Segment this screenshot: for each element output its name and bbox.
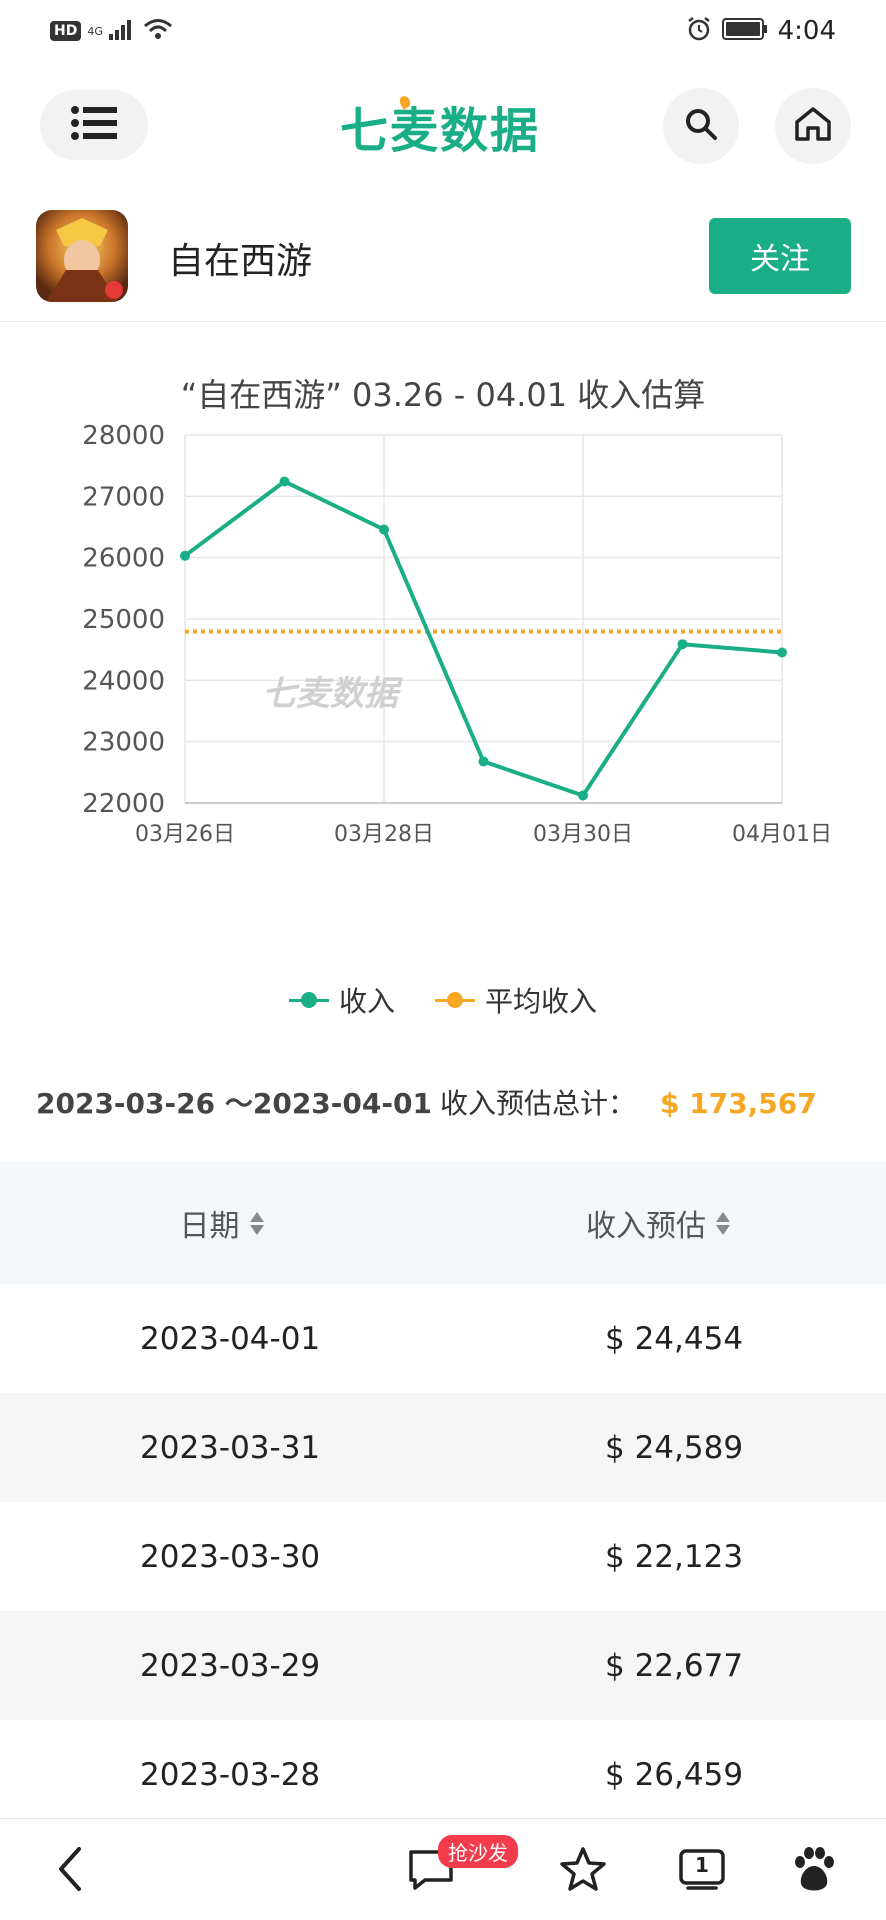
row-date: 2023-03-28 <box>140 1756 321 1793</box>
app-name: 自在西游 <box>168 241 313 282</box>
tabs-icon: 1 <box>678 1848 726 1894</box>
app-info-row: 自在西游 关注 <box>0 196 886 322</box>
income-table: 日期 收入预估 2023-04-01 $ 24,454 2023-03-31 $… <box>0 1162 886 1829</box>
sort-icon <box>716 1211 730 1235</box>
income-data-point <box>379 524 389 535</box>
row-income: $ 24,589 <box>605 1429 744 1466</box>
y-tick-label: 24000 <box>82 666 165 696</box>
row-date: 2023-04-01 <box>140 1320 321 1357</box>
tabs-button[interactable]: 1 <box>674 1843 730 1899</box>
search-icon <box>684 107 718 145</box>
legend-income-marker <box>288 990 329 1010</box>
row-date: 2023-03-31 <box>140 1429 321 1466</box>
menu-button[interactable] <box>40 90 148 160</box>
row-date: 2023-03-29 <box>140 1647 321 1684</box>
row-income: $ 26,459 <box>605 1756 744 1793</box>
chart-watermark: 七麦数据 <box>262 674 403 714</box>
income-data-point <box>478 756 489 767</box>
hd-badge: HD <box>50 21 82 41</box>
list-menu-icon <box>71 106 117 144</box>
income-data-point <box>578 790 588 801</box>
y-tick-label: 23000 <box>82 728 165 758</box>
income-data-point <box>777 647 787 658</box>
total-value: $ 173,567 <box>659 1087 817 1120</box>
favorite-button[interactable] <box>555 1843 611 1899</box>
status-left: HD 4G <box>50 18 173 44</box>
table-row: 2023-04-01 $ 24,454 <box>0 1284 886 1393</box>
header: 七麦数据 <box>0 66 886 196</box>
y-tick-label: 28000 <box>82 421 165 451</box>
column-header-income[interactable]: 收入预估 <box>443 1201 886 1245</box>
income-series-line <box>183 479 783 798</box>
row-income: $ 24,454 <box>605 1320 744 1357</box>
battery-icon <box>721 18 768 44</box>
network-type: 4G <box>87 24 103 38</box>
table-row: 2023-03-30 $ 22,123 <box>0 1502 886 1611</box>
table-body: 2023-04-01 $ 24,454 2023-03-31 $ 24,589 … <box>0 1284 886 1829</box>
income-data-point <box>677 639 688 650</box>
row-income: $ 22,677 <box>605 1647 744 1684</box>
legend-average-marker <box>435 990 475 1010</box>
legend-average-label: 平均收入 <box>485 985 598 1018</box>
search-button[interactable] <box>663 88 739 164</box>
legend-income-label: 收入 <box>338 985 395 1018</box>
baidu-paw-icon <box>790 1846 838 1896</box>
income-data-point <box>180 550 190 561</box>
alarm-icon <box>686 16 712 46</box>
legend-income[interactable]: 收入 <box>288 980 395 1020</box>
table-row: 2023-03-31 $ 24,589 <box>0 1393 886 1502</box>
y-tick-label: 22000 <box>82 789 165 819</box>
column-header-date-label: 日期 <box>179 1209 240 1244</box>
status-bar: HD 4G 4:04 <box>0 0 886 66</box>
baidu-button[interactable] <box>786 1843 842 1899</box>
income-chart: “自在西游” 03.26 - 04.01 收入估算 22000 23000 2400… <box>0 330 886 1050</box>
x-tick-label: 03月28日 <box>334 822 434 847</box>
total-label: 收入预估总计： <box>439 1087 636 1120</box>
table-row: 2023-03-29 $ 22,677 <box>0 1611 886 1720</box>
y-tick-label: 26000 <box>82 544 165 574</box>
sort-icon <box>249 1211 264 1235</box>
total-summary: 2023-03-26 ～2023-04-01 收入预估总计： $ 173,567 <box>36 1082 817 1122</box>
legend-average[interactable]: 平均收入 <box>435 980 597 1020</box>
wifi-icon <box>143 18 173 44</box>
back-button[interactable] <box>42 1843 98 1899</box>
y-tick-label: 27000 <box>82 482 165 512</box>
clock-time: 4:04 <box>777 16 836 46</box>
comment-badge: 抢沙发 <box>438 1835 518 1868</box>
table-header: 日期 收入预估 <box>0 1162 886 1284</box>
status-right: 4:04 <box>686 16 836 46</box>
home-button[interactable] <box>775 88 851 164</box>
chart-canvas: 22000 23000 24000 25000 26000 27000 28000 03月26… <box>82 421 832 847</box>
star-icon <box>559 1846 607 1896</box>
follow-button[interactable]: 关注 <box>709 218 851 294</box>
chart-legend: 收入 平均收入 <box>0 980 886 1020</box>
x-tick-label: 04月01日 <box>732 822 832 847</box>
x-tick-label: 03月26日 <box>135 822 235 847</box>
tabs-count: 1 <box>695 1853 709 1877</box>
signal-icon <box>108 18 137 44</box>
column-header-date[interactable]: 日期 <box>0 1201 443 1245</box>
row-income: $ 22,123 <box>605 1538 744 1575</box>
row-date: 2023-03-30 <box>140 1538 321 1575</box>
income-data-point <box>279 476 290 487</box>
total-range: 2023-03-26 ～2023-04-01 <box>36 1087 432 1120</box>
home-icon <box>794 106 832 146</box>
back-arrow-icon <box>55 1845 85 1897</box>
app-icon[interactable] <box>36 210 128 302</box>
brand-logo-text: 七麦数据 <box>340 103 541 159</box>
x-tick-label: 03月30日 <box>533 822 633 847</box>
y-tick-label: 25000 <box>82 605 165 635</box>
column-header-income-label: 收入预估 <box>586 1209 706 1244</box>
table-row: 2023-03-28 $ 26,459 <box>0 1720 886 1829</box>
bottom-toolbar: 抢沙发 1 <box>0 1818 886 1920</box>
brand-logo[interactable]: 七麦数据 <box>340 94 540 159</box>
